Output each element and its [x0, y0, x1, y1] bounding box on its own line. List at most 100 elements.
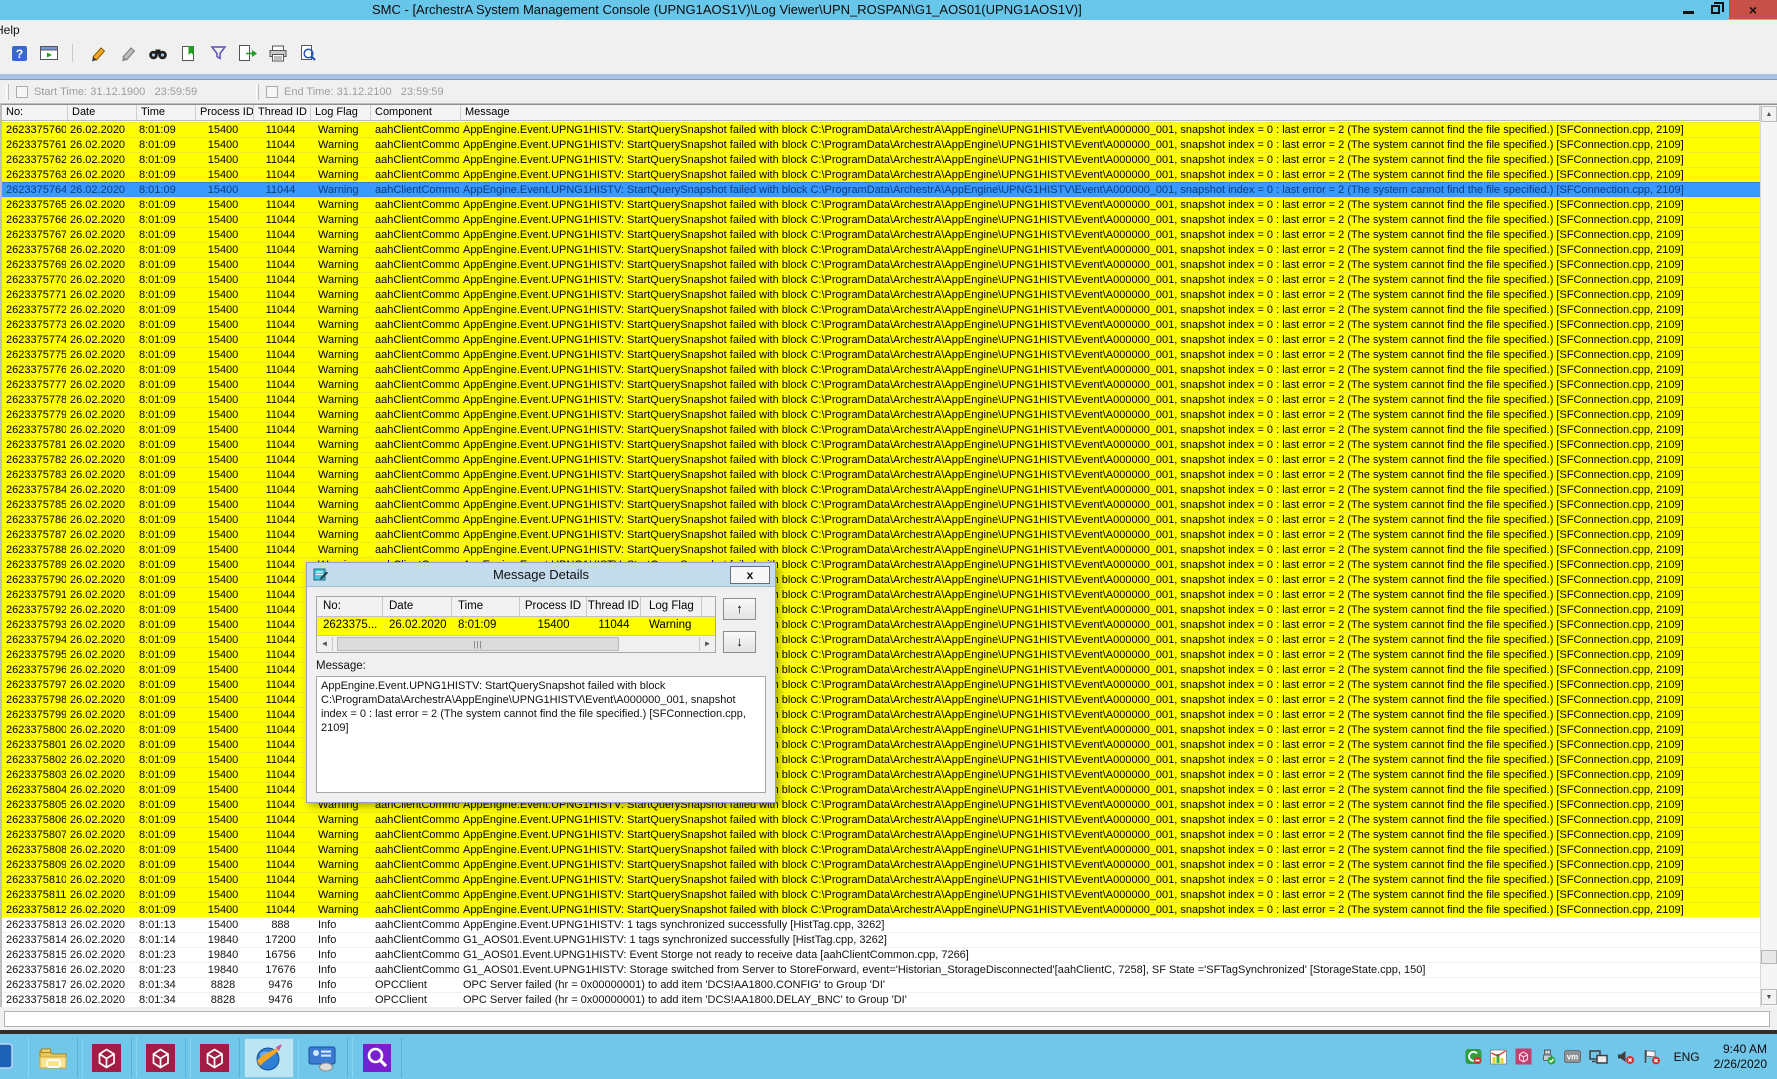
table-row[interactable]: 262337578926.02.20208:01:091540011044War… [2, 557, 1762, 572]
dialog-column-threadid[interactable]: Thread ID [587, 597, 641, 616]
taskbar-button-system-management[interactable] [298, 1038, 348, 1078]
table-row[interactable]: 262337578726.02.20208:01:091540011044War… [2, 527, 1762, 542]
table-row[interactable]: 262337577626.02.20208:01:091540011044War… [2, 362, 1762, 377]
table-row[interactable]: 262337581226.02.20208:01:091540011044War… [2, 902, 1762, 917]
table-row[interactable]: 262337576726.02.20208:01:091540011044War… [2, 227, 1762, 242]
table-row[interactable]: 262337580326.02.20208:01:091540011044War… [2, 767, 1762, 782]
table-row[interactable]: 262337578326.02.20208:01:091540011044War… [2, 467, 1762, 482]
table-row[interactable]: 262337578426.02.20208:01:091540011044War… [2, 482, 1762, 497]
table-row[interactable]: 262337576926.02.20208:01:091540011044War… [2, 257, 1762, 272]
table-row[interactable]: 262337577826.02.20208:01:091540011044War… [2, 392, 1762, 407]
table-row[interactable]: 262337578026.02.20208:01:091540011044War… [2, 422, 1762, 437]
archestra-tray-icon[interactable] [1515, 1048, 1532, 1065]
export-icon[interactable] [235, 42, 261, 64]
dialog-horizontal-scrollbar[interactable]: ◄ ||| ► [317, 635, 715, 652]
table-row[interactable]: 262337577226.02.20208:01:091540011044War… [2, 302, 1762, 317]
table-row[interactable]: 262337581726.02.20208:01:3488289476InfoO… [2, 977, 1762, 992]
minimize-button[interactable] [1675, 0, 1702, 19]
table-row[interactable]: 262337579526.02.20208:01:091540011044War… [2, 647, 1762, 662]
previous-message-button[interactable]: ↑ [723, 598, 756, 620]
table-row[interactable]: 262337579626.02.20208:01:091540011044War… [2, 662, 1762, 677]
column-header-logflag[interactable]: Log Flag [311, 105, 371, 120]
table-row[interactable]: 262337579226.02.20208:01:091540011044War… [2, 602, 1762, 617]
column-header-date[interactable]: Date [68, 105, 137, 120]
table-row[interactable]: 262337578526.02.20208:01:091540011044War… [2, 497, 1762, 512]
table-row[interactable]: 262337576126.02.20208:01:091540011044War… [2, 137, 1762, 152]
close-button[interactable]: × [1729, 0, 1777, 19]
vertical-scrollbar[interactable]: ▲ ▼ [1760, 105, 1777, 1007]
column-header-processid[interactable]: Process ID [196, 105, 254, 120]
taskbar-button-search-app[interactable] [352, 1038, 402, 1078]
scroll-up-icon[interactable]: ▲ [1761, 106, 1777, 122]
table-row[interactable]: 262337579726.02.20208:01:091540011044War… [2, 677, 1762, 692]
dialog-close-button[interactable]: x [730, 566, 770, 584]
gripper-handle[interactable] [6, 84, 9, 100]
column-header-component[interactable]: Component [371, 105, 461, 120]
scrollbar-thumb[interactable] [1761, 950, 1777, 964]
table-row[interactable]: 262337581026.02.20208:01:091540011044War… [2, 872, 1762, 887]
table-row[interactable]: 262337578626.02.20208:01:091540011044War… [2, 512, 1762, 527]
start-time-checkbox[interactable] [16, 86, 28, 98]
next-message-button[interactable]: ↓ [723, 631, 756, 653]
table-row[interactable]: 262337579926.02.20208:01:091540011044War… [2, 707, 1762, 722]
unmark-message-icon[interactable] [115, 42, 141, 64]
table-row[interactable]: 262337581426.02.20208:01:141984017200Inf… [2, 932, 1762, 947]
table-row[interactable]: 262337580126.02.20208:01:091540011044War… [2, 737, 1762, 752]
table-row[interactable]: 262337577426.02.20208:01:091540011044War… [2, 332, 1762, 347]
table-row[interactable]: 262337581126.02.20208:01:091540011044War… [2, 887, 1762, 902]
print-icon[interactable] [265, 42, 291, 64]
table-row[interactable]: 262337577126.02.20208:01:091540011044War… [2, 287, 1762, 302]
table-row[interactable]: 262337577326.02.20208:01:091540011044War… [2, 317, 1762, 332]
dialog-message-text[interactable]: AppEngine.Event.UPNG1HISTV: StartQuerySn… [316, 676, 766, 793]
taskbar-clock[interactable]: 9:40 AM 2/26/2020 [1714, 1042, 1767, 1072]
dialog-column-date[interactable]: Date [383, 597, 452, 616]
trend-icon[interactable] [1490, 1048, 1508, 1065]
mark-message-icon[interactable] [85, 42, 111, 64]
gripper-handle[interactable] [256, 84, 259, 100]
dialog-selected-row[interactable]: 2623375... 26.02.2020 8:01:09 15400 1104… [317, 617, 715, 635]
table-row[interactable]: 262337576526.02.20208:01:091540011044War… [2, 197, 1762, 212]
table-row[interactable]: 262337580526.02.20208:01:091540011044War… [2, 797, 1762, 812]
vmware-tools-icon[interactable]: vm [1564, 1048, 1582, 1065]
table-row[interactable]: 262337580226.02.20208:01:091540011044War… [2, 752, 1762, 767]
menu-help[interactable]: Help [0, 23, 20, 37]
action-center-icon[interactable] [1642, 1048, 1661, 1065]
scroll-right-icon[interactable]: ► [699, 637, 715, 651]
table-row[interactable]: 262337576426.02.20208:01:091540011044War… [2, 182, 1762, 197]
taskbar-button-file-explorer[interactable] [28, 1038, 78, 1078]
table-row[interactable]: 262337579326.02.20208:01:091540011044War… [2, 617, 1762, 632]
dialog-column-time[interactable]: Time [452, 597, 520, 616]
table-row[interactable]: 262337580626.02.20208:01:091540011044War… [2, 812, 1762, 827]
powershell-taskbar-icon[interactable] [0, 1042, 14, 1075]
table-row[interactable]: 262337577026.02.20208:01:091540011044War… [2, 272, 1762, 287]
table-row[interactable]: 262337581626.02.20208:01:231984017676Inf… [2, 962, 1762, 977]
table-row[interactable]: 262337579126.02.20208:01:091540011044War… [2, 587, 1762, 602]
column-header-time[interactable]: Time [137, 105, 196, 120]
table-row[interactable]: 262337577726.02.20208:01:091540011044War… [2, 377, 1762, 392]
table-row[interactable]: 262337579426.02.20208:01:091540011044War… [2, 632, 1762, 647]
restore-button[interactable] [1702, 0, 1729, 19]
table-row[interactable]: 262337576326.02.20208:01:091540011044War… [2, 167, 1762, 182]
print-preview-icon[interactable] [295, 42, 321, 64]
table-row[interactable]: 262337580826.02.20208:01:091540011044War… [2, 842, 1762, 857]
bookmark-icon[interactable] [175, 42, 201, 64]
table-row[interactable]: 262337578826.02.20208:01:091540011044War… [2, 542, 1762, 557]
table-row[interactable]: 262337579826.02.20208:01:091540011044War… [2, 692, 1762, 707]
table-row[interactable]: 262337578126.02.20208:01:091540011044War… [2, 437, 1762, 452]
network-icon[interactable] [1589, 1048, 1609, 1065]
usb-safe-remove-icon[interactable] [1539, 1048, 1557, 1065]
table-row[interactable]: 262337581826.02.20208:01:3488289476InfoO… [2, 992, 1762, 1007]
end-time-checkbox[interactable] [266, 86, 278, 98]
column-header-message[interactable]: Message [461, 105, 1760, 120]
table-row[interactable]: 262337580026.02.20208:01:091540011044War… [2, 722, 1762, 737]
table-row[interactable]: 262337576626.02.20208:01:091540011044War… [2, 212, 1762, 227]
table-row[interactable]: 262337581526.02.20208:01:231984016756Inf… [2, 947, 1762, 962]
taskbar-button-archestra-smc-3[interactable] [190, 1038, 240, 1078]
column-header-threadid[interactable]: Thread ID [254, 105, 311, 120]
table-row[interactable]: 262337581326.02.20208:01:1315400888Infoa… [2, 917, 1762, 932]
table-row[interactable]: 262337580426.02.20208:01:091540011044War… [2, 782, 1762, 797]
scroll-down-icon[interactable]: ▼ [1761, 989, 1777, 1005]
table-row[interactable]: 262337576226.02.20208:01:091540011044War… [2, 152, 1762, 167]
table-row[interactable]: 262337579026.02.20208:01:091540011044War… [2, 572, 1762, 587]
table-row[interactable]: 262337578226.02.20208:01:091540011044War… [2, 452, 1762, 467]
